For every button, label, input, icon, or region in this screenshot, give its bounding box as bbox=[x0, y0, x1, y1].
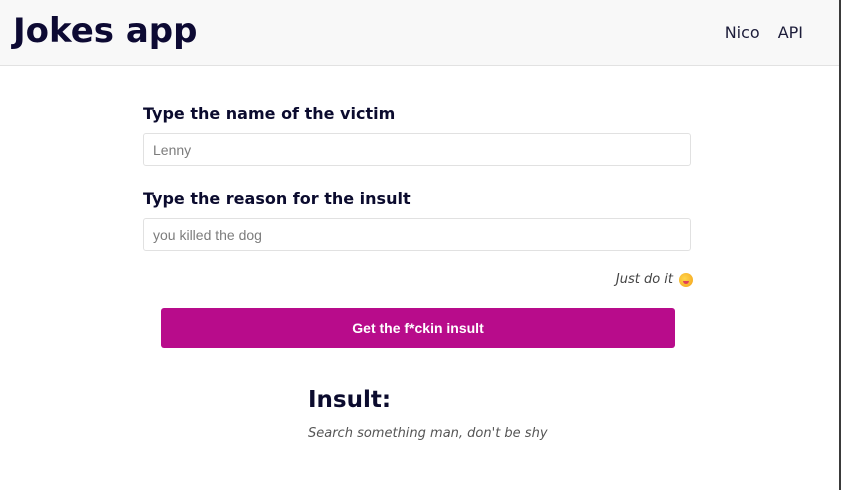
nav-links: Nico API bbox=[725, 23, 803, 42]
get-insult-button[interactable]: Get the f*ckin insult bbox=[161, 308, 675, 348]
nav-link-api[interactable]: API bbox=[778, 23, 803, 42]
insult-result-text: Search something man, don't be shy bbox=[308, 426, 548, 441]
hint-label: Just do it bbox=[615, 272, 673, 287]
winking-tongue-emoji-icon bbox=[679, 272, 693, 287]
brand-title[interactable]: Jokes app bbox=[13, 11, 197, 51]
hint-text: Just do it bbox=[616, 272, 693, 287]
insult-reason-input[interactable] bbox=[143, 218, 691, 251]
nav-link-nico[interactable]: Nico bbox=[725, 23, 760, 42]
navbar: Jokes app Nico API bbox=[0, 0, 839, 66]
victim-label: Type the name of the victim bbox=[143, 104, 396, 123]
reason-label: Type the reason for the insult bbox=[143, 189, 411, 208]
victim-name-input[interactable] bbox=[143, 133, 691, 166]
insult-heading: Insult: bbox=[308, 387, 392, 413]
